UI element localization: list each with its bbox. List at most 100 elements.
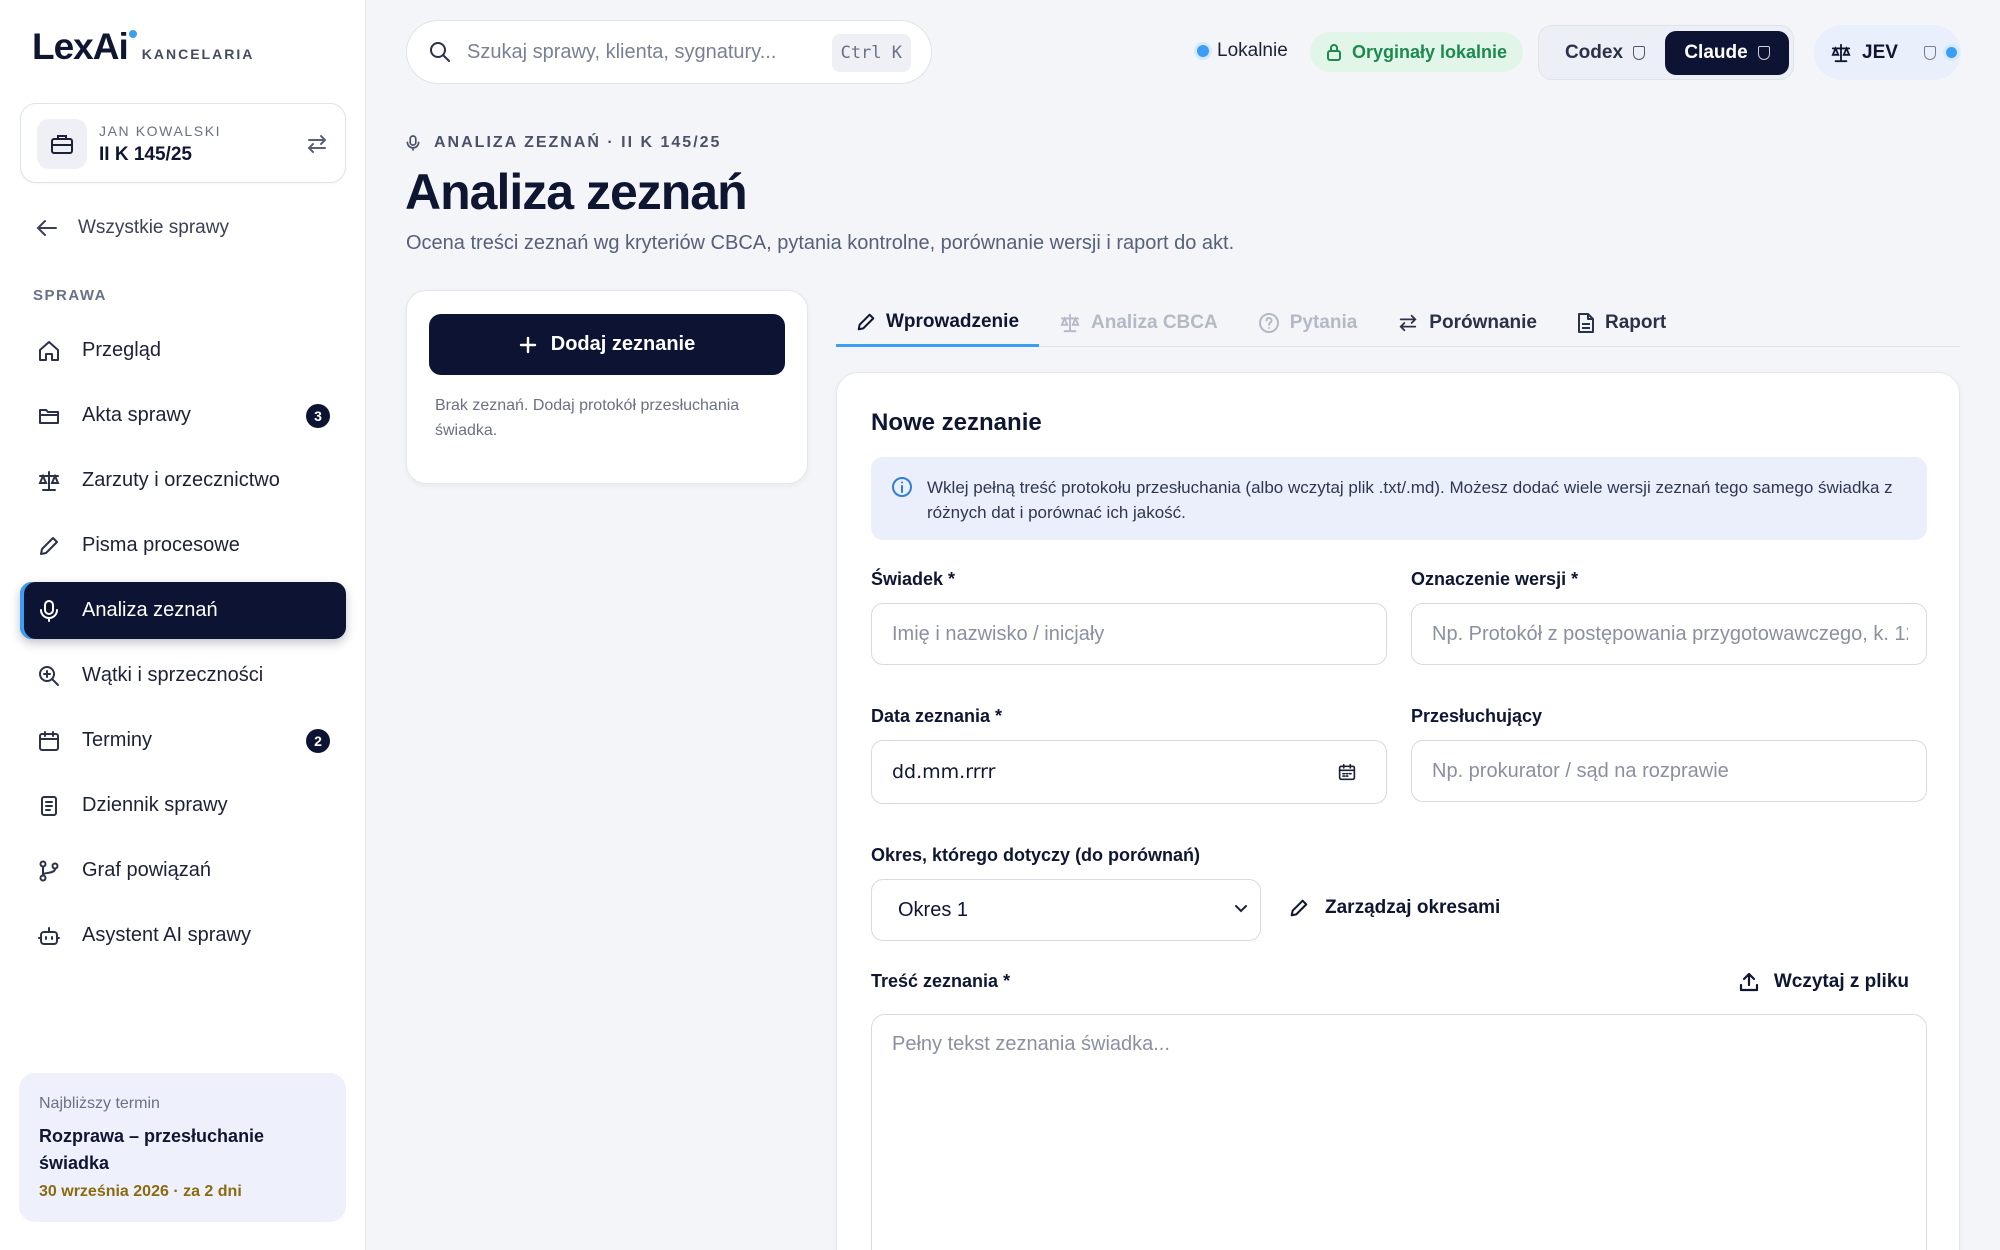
manage-periods-button[interactable]: Zarządzaj okresami [1289, 897, 1500, 919]
sidebar-item-label: Analiza zeznań [82, 599, 218, 621]
sidebar-item-label: Dziennik sprawy [82, 794, 228, 816]
plus-icon [519, 336, 536, 353]
sidebar-item-label: Pisma procesowe [82, 534, 240, 556]
sidebar-item-label: Akta sprawy [82, 404, 191, 426]
witness-input[interactable] [892, 622, 1386, 646]
version-label: Oznaczenie wersji * [1411, 569, 1579, 589]
shield-icon [1757, 46, 1770, 60]
microphone-icon [36, 598, 62, 624]
new-testimony-form: Nowe zeznanie Wklej pełną treść protokoł… [836, 372, 1960, 1250]
sidebar-item-label: Asystent AI sprawy [82, 924, 251, 946]
engine-codex-label: Codex [1564, 42, 1624, 63]
version-input[interactable] [1432, 622, 1908, 646]
user-menu[interactable]: JEV [1814, 25, 1961, 80]
sidebar-item-label: Graf powiązań [82, 859, 211, 881]
chevron-down-icon [1235, 905, 1247, 913]
sidebar-item-case-files[interactable]: Akta sprawy 3 [20, 387, 346, 444]
search-icon [430, 42, 450, 62]
case-signature: II K 145/25 [99, 144, 192, 165]
add-testimony-button[interactable]: Dodaj zeznanie [429, 314, 785, 375]
sidebar-item-charges[interactable]: Zarzuty i orzecznictwo [20, 452, 346, 509]
status-originals-label: Oryginały lokalnie [1352, 41, 1508, 62]
tab-report[interactable]: Raport [1557, 300, 1686, 346]
sidebar-item-threads[interactable]: Wątki i sprzeczności [20, 647, 346, 704]
engine-claude-button[interactable]: Claude [1665, 31, 1789, 75]
tab-label: Raport [1604, 312, 1667, 333]
pencil-icon [36, 533, 62, 559]
sidebar-item-ai-assistant[interactable]: Asystent AI sprawy [20, 907, 346, 964]
folder-icon [36, 403, 62, 429]
sidebar-item-testimony-analysis[interactable]: Analiza zeznań [20, 582, 346, 639]
sidebar-item-relations-graph[interactable]: Graf powiązań [20, 842, 346, 899]
witness-field[interactable] [871, 603, 1387, 665]
tab-label: Wprowadzenie [886, 311, 1020, 332]
next-term-title: Rozprawa – przesłuchanie świadka [39, 1126, 265, 1173]
status-originals-badge: Oryginały lokalnie [1310, 32, 1524, 72]
form-title: Nowe zeznanie [871, 409, 1042, 436]
status-local-label: Lokalnie [1217, 40, 1288, 61]
testimony-content-textarea[interactable]: Pełny tekst zeznania świadka... [871, 1014, 1927, 1250]
interrogator-field[interactable] [1411, 740, 1927, 802]
scales-icon [1831, 43, 1851, 62]
logo-subtitle: KANCELARIA [141, 46, 255, 62]
status-dot [1197, 45, 1209, 57]
tab-label: Porównanie [1429, 312, 1537, 333]
sidebar-item-pleadings[interactable]: Pisma procesowe [20, 517, 346, 574]
logo[interactable]: LexAi KANCELARIA [32, 26, 254, 68]
interrogator-label: Przesłuchujący [1411, 706, 1543, 726]
arrow-left-icon [36, 220, 57, 236]
tab-comparison[interactable]: Porównanie [1377, 300, 1557, 346]
calendar-icon [36, 728, 62, 754]
logo-text: LexAi [32, 26, 129, 67]
engine-codex-button[interactable]: Codex [1545, 31, 1665, 75]
count-badge: 3 [306, 404, 330, 428]
sidebar-item-label: Terminy [82, 729, 153, 751]
next-term-label: Najbliższy termin [39, 1095, 160, 1112]
sidebar-item-journal[interactable]: Dziennik sprawy [20, 777, 346, 834]
info-box: Wklej pełną treść protokołu przesłuchani… [871, 457, 1927, 540]
period-select[interactable]: Okres 1 [871, 879, 1261, 941]
sidebar-item-overview[interactable]: Przegląd [20, 322, 346, 379]
version-field[interactable] [1411, 603, 1927, 665]
period-selected-value: Okres 1 [898, 898, 969, 921]
back-to-cases-link[interactable]: Wszystkie sprawy [36, 217, 229, 239]
shield-icon [1633, 46, 1646, 60]
empty-state-text: Brak zeznań. Dodaj protokół przesłuchani… [435, 397, 740, 439]
date-input[interactable]: dd.mm.rrrr [892, 761, 995, 783]
pencil-icon [857, 313, 875, 331]
online-dot [1945, 47, 1957, 58]
next-term-card[interactable]: Najbliższy termin Rozprawa – przesłuchan… [19, 1073, 346, 1222]
search-shortcut: Ctrl K [831, 34, 911, 72]
tab-label: Analiza CBCA [1091, 312, 1218, 333]
content-label: Treść zeznania * [871, 971, 1011, 991]
switch-case-icon[interactable] [303, 130, 331, 158]
interrogator-input[interactable] [1432, 759, 1926, 783]
journal-icon [36, 793, 62, 819]
breadcrumb: ANALIZA ZEZNAŃ · II K 145/25 [406, 134, 721, 152]
search-input[interactable] [467, 40, 817, 64]
case-nav: Przegląd Akta sprawy 3 Zarzuty i orzeczn… [20, 322, 346, 972]
manage-periods-label: Zarządzaj okresami [1325, 897, 1501, 918]
robot-icon [36, 923, 62, 949]
ai-engine-switch: Codex Claude [1538, 25, 1794, 80]
tab-cbca-analysis[interactable]: Analiza CBCA [1039, 300, 1238, 346]
case-selector[interactable]: JAN KOWALSKI II K 145/25 [20, 103, 346, 183]
content-placeholder: Pełny tekst zeznania świadka... [892, 1033, 1170, 1055]
scales-icon [36, 468, 62, 494]
upload-icon [1739, 972, 1758, 992]
user-initials: JEV [1862, 41, 1898, 63]
engine-claude-label: Claude [1684, 42, 1748, 63]
upload-file-label: Wczytaj z pliku [1773, 971, 1909, 992]
page-title: Analiza zeznań [405, 164, 748, 220]
upload-file-button[interactable]: Wczytaj z pliku [1738, 971, 1909, 993]
date-field[interactable]: dd.mm.rrrr [871, 740, 1387, 804]
tab-questions[interactable]: Pytania [1238, 300, 1378, 346]
calendar-icon[interactable] [1338, 763, 1356, 781]
info-icon [892, 477, 912, 497]
next-term-date: 30 września 2026 · za 2 dni [39, 1183, 242, 1200]
case-client: JAN KOWALSKI [99, 123, 222, 139]
sidebar-item-deadlines[interactable]: Terminy 2 [20, 712, 346, 769]
global-search[interactable]: Ctrl K [406, 20, 932, 84]
status-local: Lokalnie [1197, 40, 1288, 62]
tab-introduction[interactable]: Wprowadzenie [836, 300, 1040, 347]
